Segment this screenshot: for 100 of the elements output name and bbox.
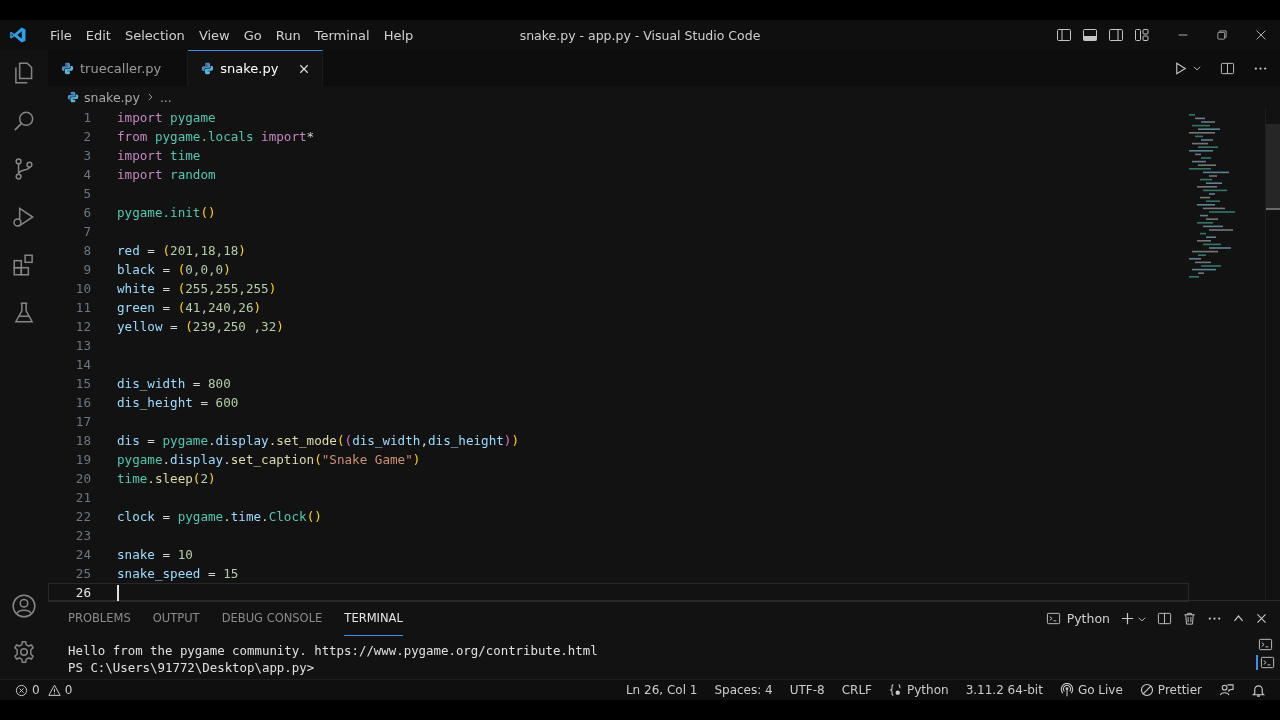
line-number: 13 <box>74 338 91 353</box>
breadcrumb-item[interactable]: snake.py <box>84 89 140 105</box>
status-item[interactable]: Prettier <box>1157 683 1202 697</box>
line-number: 26 <box>74 585 91 600</box>
editor-tab[interactable]: snake.py <box>188 50 324 86</box>
line-number: 8 <box>82 243 91 258</box>
code-line: clock = pygame.time.Clock() <box>117 509 322 524</box>
python-file-icon <box>67 91 79 103</box>
line-number: 6 <box>82 205 91 220</box>
line-number: 25 <box>74 566 91 581</box>
bell-icon[interactable] <box>1251 682 1266 698</box>
code-line: pygame.display.set_caption("Snake Game") <box>117 452 421 467</box>
prohibited-icon <box>1139 683 1154 697</box>
breadcrumb-item[interactable]: ... <box>159 89 172 105</box>
status-item[interactable]: 3.11.2 64-bit <box>965 683 1043 697</box>
status-item[interactable]: Go Live <box>1077 683 1123 697</box>
line-number: 22 <box>74 509 91 524</box>
code-line: dis_width = 800 <box>117 376 231 391</box>
line-number: 16 <box>74 395 91 410</box>
braces-icon <box>889 683 904 697</box>
panel-tab[interactable]: PROBLEMS <box>68 601 131 636</box>
split-editor-icon[interactable] <box>1220 60 1235 76</box>
line-number: 19 <box>74 452 91 467</box>
line-number: 11 <box>74 300 91 315</box>
close-icon[interactable] <box>298 62 311 75</box>
status-count[interactable]: 0 <box>64 683 73 697</box>
line-number: 1 <box>82 110 91 125</box>
code-line: pygame.init() <box>117 205 216 220</box>
line-number: 15 <box>74 376 91 391</box>
trash-icon[interactable] <box>1182 611 1197 626</box>
line-number: 10 <box>74 281 91 296</box>
status-item[interactable]: Spaces: 4 <box>714 683 773 697</box>
menu-item[interactable]: Selection <box>117 27 192 43</box>
scrollbar-thumb[interactable] <box>1266 124 1280 210</box>
terminal-icon[interactable] <box>1255 655 1275 670</box>
secondary-sidebar-icon[interactable] <box>1108 27 1124 43</box>
code-line: dis = pygame.display.set_mode((dis_width,dis_height)) <box>117 433 519 448</box>
text-cursor <box>117 584 119 601</box>
line-number: 9 <box>82 262 91 277</box>
python-file-icon <box>61 62 74 75</box>
line-number: 7 <box>82 224 91 239</box>
line-number: 23 <box>74 528 91 543</box>
error-icon <box>15 683 28 697</box>
close-icon[interactable] <box>1254 28 1268 42</box>
line-number: 14 <box>74 357 91 372</box>
line-number: 24 <box>74 547 91 562</box>
menu-item[interactable]: Go <box>236 27 269 43</box>
code-line: dis_height = 600 <box>117 395 239 410</box>
menu-item[interactable]: View <box>191 27 237 43</box>
panel-tab[interactable]: DEBUG CONSOLE <box>221 601 323 636</box>
terminal-line: PS C:\Users\91772\Desktop\app.py> <box>68 659 316 676</box>
status-item[interactable]: Python <box>907 683 949 697</box>
line-number: 2 <box>82 129 91 144</box>
code-line: snake = 10 <box>117 547 193 562</box>
line-number: 3 <box>82 148 91 163</box>
sidebar-toggle-icon[interactable] <box>1056 27 1072 43</box>
panel-toggle-icon[interactable] <box>1082 27 1098 43</box>
code-line: black = (0,0,0) <box>117 262 231 277</box>
chevron-down-icon[interactable] <box>1192 63 1202 73</box>
panel-tab[interactable]: OUTPUT <box>152 601 200 636</box>
line-number: 5 <box>82 186 91 201</box>
line-number: 4 <box>82 167 91 182</box>
run-icon[interactable] <box>1173 60 1188 76</box>
feedback-icon[interactable] <box>1219 682 1234 698</box>
terminal-line: Hello from the pygame community. https://www.pygame.org/contribute.html <box>68 642 599 659</box>
settings-icon[interactable] <box>11 639 37 665</box>
split-terminal-icon[interactable] <box>1157 611 1172 626</box>
python-file-icon <box>201 62 215 75</box>
status-count[interactable]: 0 <box>32 683 40 697</box>
code-line: yellow = (239,250 ,32) <box>117 319 284 334</box>
app-logo-icon <box>9 26 27 44</box>
terminal-icon[interactable] <box>1257 637 1273 652</box>
terminal-icon <box>1045 611 1061 626</box>
code-line: import time <box>117 148 201 163</box>
menu-item[interactable]: Help <box>376 27 421 43</box>
terminal-profile[interactable]: Python <box>1066 611 1110 626</box>
code-line: time.sleep(2) <box>117 471 216 486</box>
restore-icon[interactable] <box>1216 29 1228 41</box>
account-icon[interactable] <box>11 593 37 619</box>
broadcast-icon <box>1059 683 1074 697</box>
layout-icon[interactable] <box>1134 27 1150 43</box>
menu-item[interactable]: Run <box>268 27 308 43</box>
line-number: 18 <box>74 433 91 448</box>
status-item[interactable]: CRLF <box>841 683 873 697</box>
line-number: 20 <box>74 471 91 486</box>
status-item[interactable]: Ln 26, Col 1 <box>625 683 698 697</box>
line-number: 12 <box>74 319 91 334</box>
code-line: white = (255,255,255) <box>117 281 277 296</box>
code-line: red = (201,18,18) <box>117 243 246 258</box>
line-number: 21 <box>74 490 91 505</box>
menu-item[interactable]: Edit <box>78 27 118 43</box>
close-icon[interactable] <box>1255 612 1268 625</box>
code-line: snake_speed = 15 <box>117 566 239 581</box>
menu-item[interactable]: Terminal <box>307 27 377 43</box>
status-item[interactable]: UTF-8 <box>789 683 825 697</box>
menu-item[interactable]: File <box>43 27 79 43</box>
code-line: green = (41,240,26) <box>117 300 262 315</box>
line-number: 17 <box>74 414 91 429</box>
panel-tab[interactable]: TERMINAL <box>344 601 403 636</box>
plus-icon[interactable] <box>1120 611 1135 626</box>
